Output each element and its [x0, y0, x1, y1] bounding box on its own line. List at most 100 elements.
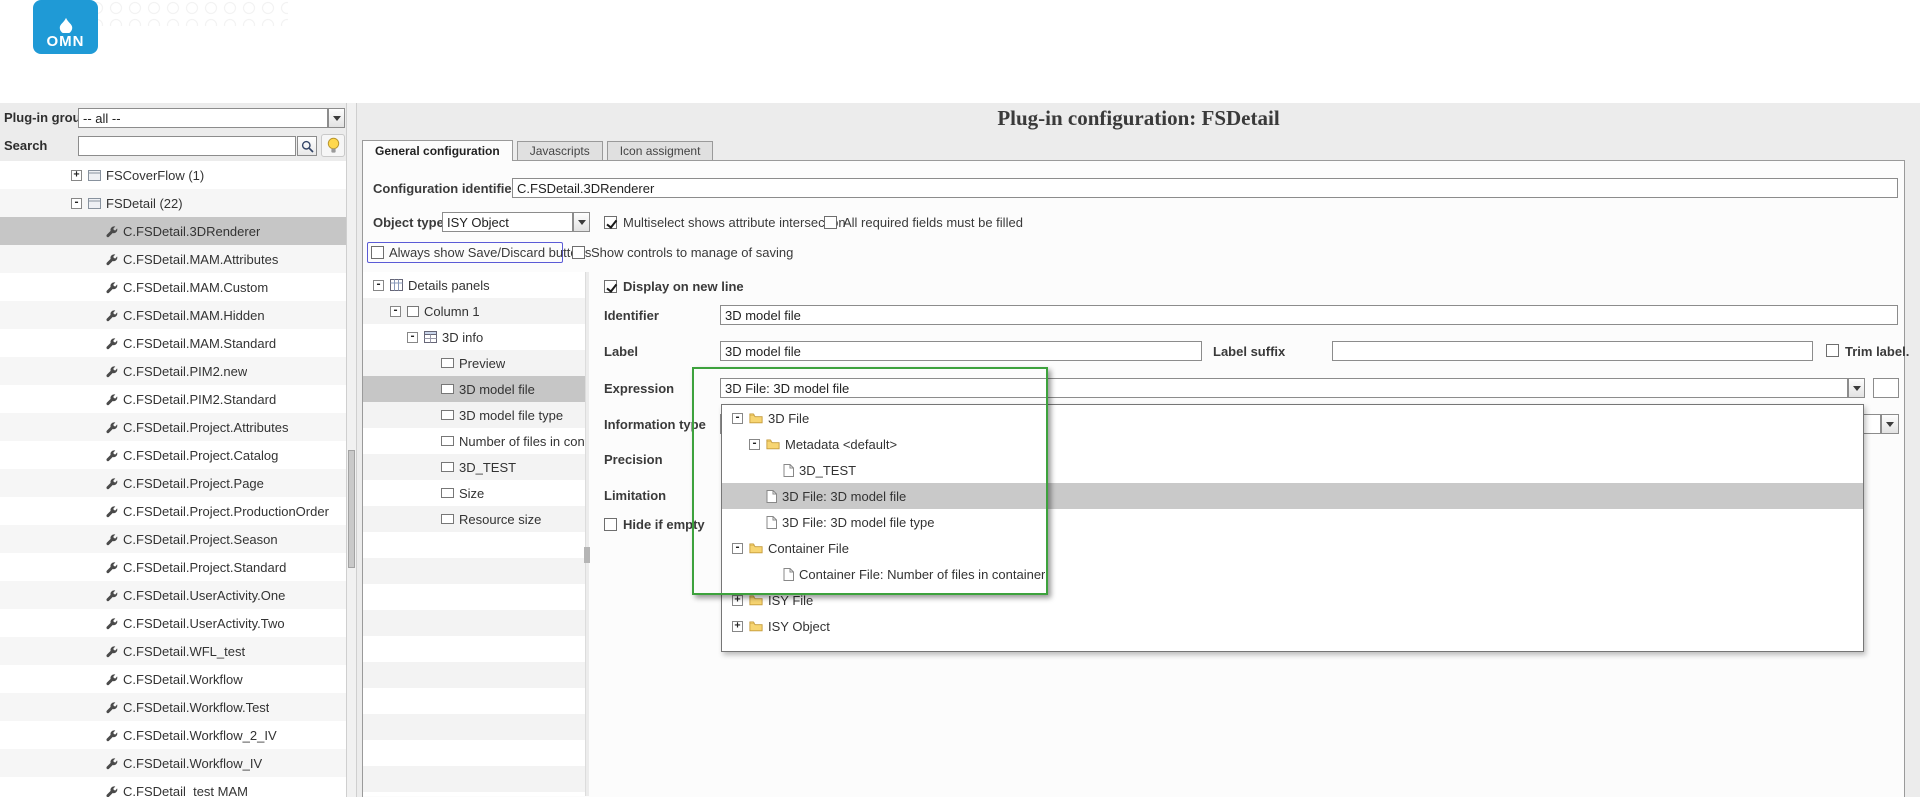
- plugin-tree-item[interactable]: C.FSDetail.3DRenderer: [0, 217, 346, 245]
- config-tab[interactable]: Icon assigment: [606, 141, 714, 161]
- plugin-tree-item-label: FSDetail (22): [106, 195, 183, 211]
- expression-input[interactable]: [720, 378, 1848, 398]
- multiselect-intersection-checkbox[interactable]: [604, 216, 617, 229]
- plugin-tree-item[interactable]: C.FSDetail.Project.Catalog: [0, 441, 346, 469]
- plugin-tree-item[interactable]: C.FSDetail.Workflow.Test: [0, 693, 346, 721]
- expand-toggle-icon[interactable]: [71, 169, 82, 181]
- expression-dropdown-item[interactable]: Container File: Number of files in conta…: [722, 561, 1863, 587]
- plugin-tree-item[interactable]: C.FSDetail.Project.Page: [0, 469, 346, 497]
- expression-dropdown-item[interactable]: 3D File: [722, 405, 1863, 431]
- splitter-grip[interactable]: [584, 547, 590, 563]
- details-tree-item[interactable]: Size: [363, 480, 585, 506]
- details-tree-item[interactable]: 3D model file: [363, 376, 585, 402]
- wrench-icon: [106, 365, 118, 377]
- sidebar-scrollbar-thumb[interactable]: [348, 450, 355, 568]
- plugin-tree-item-label: C.FSDetail.3DRenderer: [123, 223, 261, 239]
- details-tree-item[interactable]: 3D_TEST: [363, 454, 585, 480]
- hide-if-empty-checkbox[interactable]: [604, 518, 617, 531]
- details-tree-item[interactable]: 3D info: [363, 324, 585, 350]
- plugin-tree-item[interactable]: C.FSDetail.MAM.Standard: [0, 329, 346, 357]
- expression-dropdown-item[interactable]: ISY Object: [722, 613, 1863, 639]
- plugin-tree-item[interactable]: C.FSDetail.Project.Attributes: [0, 413, 346, 441]
- multiselect-intersection-label: Multiselect shows attribute intersection: [623, 215, 846, 230]
- details-tree-item[interactable]: Preview: [363, 350, 585, 376]
- display-on-new-line-checkbox[interactable]: [604, 280, 617, 293]
- expression-extra-button[interactable]: [1873, 378, 1899, 398]
- file-icon: [783, 567, 794, 581]
- always-show-save-checkbox[interactable]: [371, 246, 384, 259]
- tree-form-splitter[interactable]: [585, 272, 589, 796]
- plugin-tree-item[interactable]: C.FSDetail.MAM.Hidden: [0, 301, 346, 329]
- expand-toggle-icon[interactable]: [373, 279, 384, 291]
- details-tree-item[interactable]: Resource size: [363, 506, 585, 532]
- plugin-tree-item[interactable]: C.FSDetail.MAM.Attributes: [0, 245, 346, 273]
- config-tab-label: General configuration: [375, 144, 500, 158]
- expand-toggle-icon[interactable]: [732, 594, 743, 606]
- plugin-tree-item[interactable]: FSDetail (22): [0, 189, 346, 217]
- field-icon: [441, 514, 454, 524]
- search-input[interactable]: [78, 136, 296, 156]
- plugin-tree-item[interactable]: C.FSDetail_test MAM: [0, 777, 346, 797]
- hint-bulb-button[interactable]: [321, 134, 345, 157]
- plugin-tree-rows: FSCoverFlow (1) FSDetail (22): [0, 161, 346, 797]
- plugin-tree-item[interactable]: C.FSDetail.Workflow_2_IV: [0, 721, 346, 749]
- label-suffix-input[interactable]: [1332, 341, 1813, 361]
- details-tree-item-label: Number of files in container: [459, 433, 585, 449]
- expand-toggle-icon[interactable]: [732, 620, 743, 632]
- search-button[interactable]: [297, 136, 317, 156]
- details-tree-item[interactable]: Column 1: [363, 298, 585, 324]
- plugin-group-select[interactable]: -- all --: [78, 108, 328, 128]
- details-tree-item-label: 3D info: [442, 329, 484, 345]
- plugin-tree-item[interactable]: C.FSDetail.Project.Season: [0, 525, 346, 553]
- expand-toggle-icon[interactable]: [71, 197, 82, 209]
- plugin-group-dropdown-arrow[interactable]: [328, 108, 345, 128]
- plugin-tree-item[interactable]: C.FSDetail.MAM.Custom: [0, 273, 346, 301]
- always-show-save-label: Always show Save/Discard buttons: [389, 245, 592, 260]
- details-tree-item-label: Size: [459, 485, 485, 501]
- plugin-group-label: Plug-in group: [4, 110, 89, 125]
- expand-toggle-icon[interactable]: [732, 412, 743, 424]
- plugin-tree-item[interactable]: C.FSDetail.Workflow_IV: [0, 749, 346, 777]
- expression-dropdown-item[interactable]: ISY File: [722, 587, 1863, 613]
- expand-toggle-icon[interactable]: [390, 305, 401, 317]
- expression-dropdown-item[interactable]: 3D File: 3D model file: [722, 483, 1863, 509]
- expression-dropdown-item[interactable]: 3D_TEST: [722, 457, 1863, 483]
- identifier-input[interactable]: [720, 305, 1898, 325]
- plugin-tree-item[interactable]: FSCoverFlow (1): [0, 161, 346, 189]
- expression-dropdown-item[interactable]: Metadata <default>: [722, 431, 1863, 457]
- plugin-tree-item[interactable]: C.FSDetail.UserActivity.Two: [0, 609, 346, 637]
- plugin-tree-item[interactable]: C.FSDetail.PIM2.Standard: [0, 385, 346, 413]
- information-type-dropdown-arrow[interactable]: [1881, 414, 1899, 434]
- plugin-tree-item[interactable]: C.FSDetail.Project.Standard: [0, 553, 346, 581]
- object-type-dropdown-arrow[interactable]: [573, 212, 590, 232]
- expression-dropdown-item[interactable]: 3D File: 3D model file type: [722, 509, 1863, 535]
- object-type-select[interactable]: ISY Object: [442, 212, 573, 232]
- details-tree-item[interactable]: Number of files in container: [363, 428, 585, 454]
- config-tab[interactable]: Javascripts: [516, 141, 603, 161]
- expand-toggle-icon[interactable]: [732, 542, 743, 554]
- trim-label-checkbox[interactable]: [1826, 344, 1839, 357]
- expression-dropdown-arrow[interactable]: [1848, 378, 1865, 398]
- details-tree-item[interactable]: 3D model file type: [363, 402, 585, 428]
- expand-toggle-icon[interactable]: [749, 438, 760, 450]
- details-tree-item-label: 3D model file type: [459, 407, 564, 423]
- plugin-tree-item-label: C.FSDetail.UserActivity.One: [123, 587, 286, 603]
- plugin-tree-item-label: C.FSDetail.MAM.Hidden: [123, 307, 265, 323]
- details-tree-item[interactable]: Details panels: [363, 272, 585, 298]
- plugin-tree-item[interactable]: C.FSDetail.WFL_test: [0, 637, 346, 665]
- identifier-label: Identifier: [604, 308, 659, 323]
- expand-toggle-icon[interactable]: [407, 331, 418, 343]
- plugin-tree-item[interactable]: C.FSDetail.Project.ProductionOrder: [0, 497, 346, 525]
- all-required-checkbox[interactable]: [824, 216, 837, 229]
- display-on-new-line-label: Display on new line: [623, 279, 744, 294]
- plugin-tree-item[interactable]: C.FSDetail.Workflow: [0, 665, 346, 693]
- plugin-tree-item[interactable]: C.FSDetail.UserActivity.One: [0, 581, 346, 609]
- search-icon: [301, 140, 314, 153]
- configuration-identifier-input[interactable]: [512, 178, 1898, 198]
- label-input[interactable]: [720, 341, 1202, 361]
- config-tab[interactable]: General configuration: [362, 140, 513, 161]
- expression-dropdown-item[interactable]: Container File: [722, 535, 1863, 561]
- sidebar-scrollbar[interactable]: [346, 103, 357, 797]
- plugin-tree-item[interactable]: C.FSDetail.PIM2.new: [0, 357, 346, 385]
- show-controls-saving-checkbox[interactable]: [572, 246, 585, 259]
